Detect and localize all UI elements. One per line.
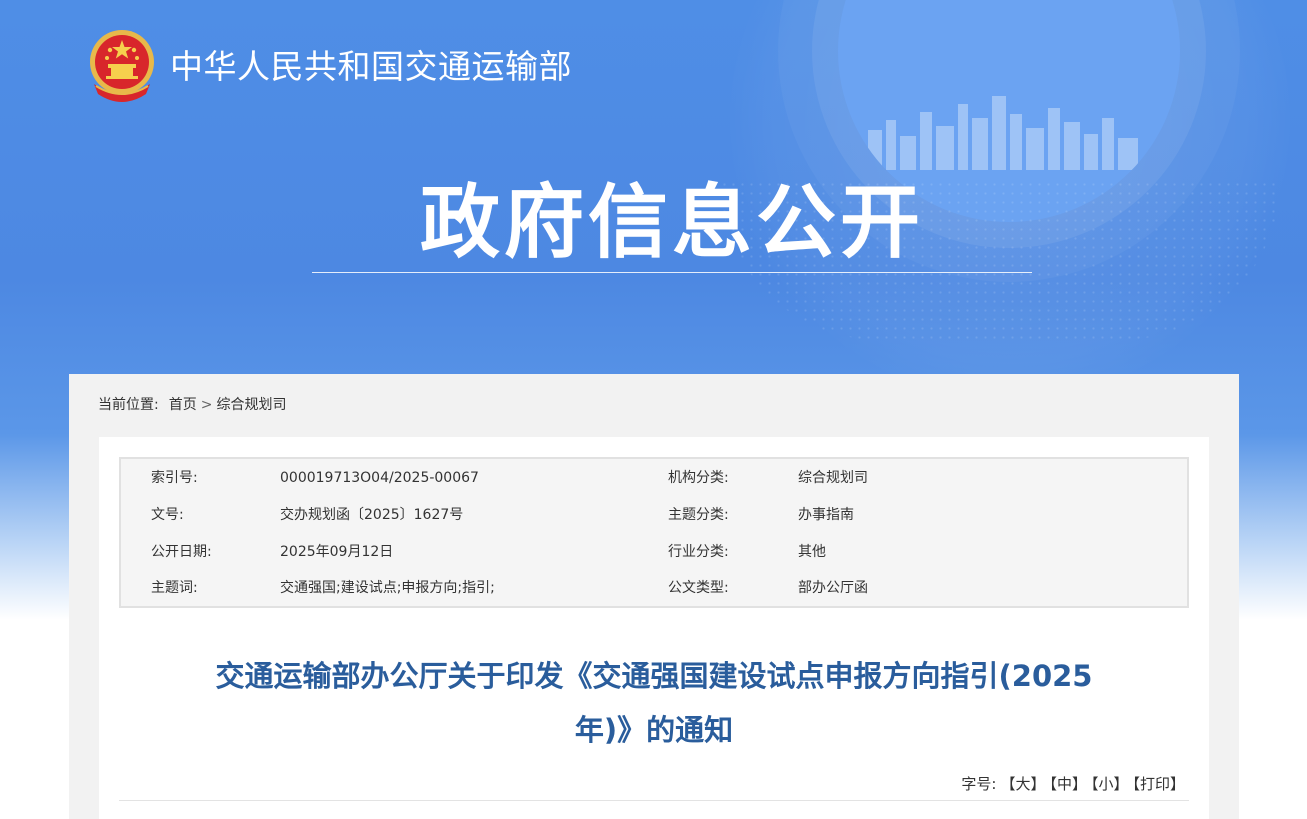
content-panel: 当前位置: 首页 > 综合规划司 索引号: 000019713O04/2025-000… bbox=[69, 374, 1239, 819]
national-emblem-icon bbox=[90, 30, 154, 102]
metadata-key: 索引号: bbox=[151, 470, 198, 486]
document-metadata-table: 索引号: 000019713O04/2025-00067 机构分类: 综合规划司… bbox=[119, 457, 1189, 608]
article-divider bbox=[119, 800, 1189, 801]
metadata-value: 2025年09月12日 bbox=[280, 544, 394, 560]
metadata-value: 其他 bbox=[798, 544, 826, 560]
font-size-label: 字号: bbox=[961, 775, 997, 793]
section-title: 政府信息公开 bbox=[420, 176, 924, 269]
metadata-key: 主题分类: bbox=[668, 507, 729, 523]
font-size-large-button[interactable]: 【大】 bbox=[1000, 775, 1045, 793]
breadcrumb: 当前位置: 首页 > 综合规划司 bbox=[98, 395, 286, 415]
article-card: 索引号: 000019713O04/2025-00067 机构分类: 综合规划司… bbox=[99, 437, 1209, 819]
document-title: 交通运输部办公厅关于印发《交通强国建设试点申报方向指引(2025 年)》的通知 bbox=[139, 649, 1169, 757]
site-logo[interactable]: 中华人民共和国交通运输部 bbox=[86, 28, 572, 106]
metadata-key: 文号: bbox=[151, 507, 184, 523]
metadata-key: 机构分类: bbox=[668, 470, 729, 486]
metadata-value: 综合规划司 bbox=[798, 470, 868, 486]
metadata-value: 部办公厅函 bbox=[798, 580, 868, 596]
metadata-value: 交通强国;建设试点;申报方向;指引; bbox=[280, 580, 495, 596]
font-size-toolbar: 字号: 【大】 【中】 【小】 【打印】 bbox=[961, 774, 1185, 794]
metadata-value: 000019713O04/2025-00067 bbox=[280, 470, 479, 486]
city-skyline-icon bbox=[868, 96, 1138, 170]
page: 中华人民共和国交通运输部 政府信息公开 当前位置: 首页 > 综合规划司 索引号: 0… bbox=[0, 0, 1307, 819]
metadata-value: 办事指南 bbox=[798, 507, 854, 523]
breadcrumb-separator: > bbox=[200, 397, 213, 413]
print-button[interactable]: 【打印】 bbox=[1132, 775, 1185, 793]
breadcrumb-current-link[interactable]: 综合规划司 bbox=[216, 397, 286, 413]
metadata-key: 行业分类: bbox=[668, 544, 729, 560]
metadata-key: 主题词: bbox=[151, 580, 198, 596]
breadcrumb-home-link[interactable]: 首页 bbox=[169, 397, 197, 413]
metadata-row: 公开日期: 2025年09月12日 行业分类: 其他 bbox=[121, 542, 1187, 562]
metadata-row: 索引号: 000019713O04/2025-00067 机构分类: 综合规划司 bbox=[121, 468, 1187, 488]
section-title-underline bbox=[312, 272, 1032, 273]
document-title-line: 交通运输部办公厅关于印发《交通强国建设试点申报方向指引(2025 bbox=[215, 659, 1093, 693]
metadata-row: 文号: 交办规划函〔2025〕1627号 主题分类: 办事指南 bbox=[121, 505, 1187, 525]
font-size-medium-button[interactable]: 【中】 bbox=[1049, 775, 1087, 793]
breadcrumb-label: 当前位置: bbox=[98, 397, 159, 413]
document-title-line: 年)》的通知 bbox=[574, 713, 734, 747]
metadata-row: 主题词: 交通强国;建设试点;申报方向;指引; 公文类型: 部办公厅函 bbox=[121, 578, 1187, 598]
site-name[interactable]: 中华人民共和国交通运输部 bbox=[170, 47, 572, 87]
metadata-value: 交办规划函〔2025〕1627号 bbox=[280, 507, 464, 523]
font-size-small-button[interactable]: 【小】 bbox=[1091, 775, 1129, 793]
metadata-key: 公文类型: bbox=[668, 580, 729, 596]
metadata-key: 公开日期: bbox=[151, 544, 212, 560]
